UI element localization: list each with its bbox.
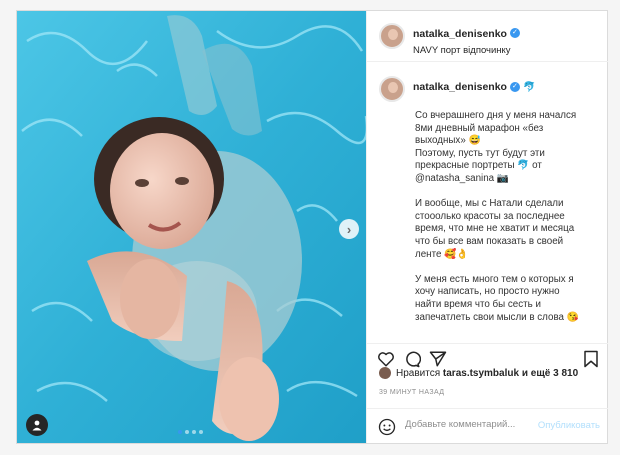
caption-author-username[interactable]: natalka_denisenko bbox=[413, 81, 507, 93]
post-photo[interactable]: › bbox=[17, 11, 366, 443]
author-username[interactable]: natalka_denisenko bbox=[413, 28, 507, 40]
publish-button[interactable]: Опубликовать bbox=[538, 420, 600, 431]
caption-section: natalka_denisenko ✓ 🐬 Со вчерашнего дня у … bbox=[367, 62, 608, 342]
pool-photo-illustration bbox=[17, 11, 366, 443]
comment-icon[interactable] bbox=[403, 350, 421, 368]
likes-line: Нравится taras.tsymbaluk и ещё 3 810 bbox=[379, 367, 578, 379]
instagram-post: › natalka_denisenko ✓ NAVY порт відпочинк… bbox=[16, 10, 608, 444]
post-sidebar: natalka_denisenko ✓ NAVY порт відпочинку … bbox=[366, 11, 608, 443]
post-location[interactable]: NAVY порт відпочинку bbox=[413, 45, 520, 56]
verified-icon: ✓ bbox=[509, 27, 520, 38]
caption-paragraph: И вообще, мы с Натали сделали стооолько … bbox=[415, 198, 575, 260]
bookmark-icon[interactable] bbox=[582, 350, 600, 368]
user-tag-icon bbox=[32, 420, 42, 431]
author-avatar[interactable] bbox=[379, 23, 405, 49]
caption-paragraph: У меня есть много тем о которых я хочу н… bbox=[415, 273, 579, 323]
carousel-dot bbox=[178, 430, 182, 434]
carousel-dot bbox=[199, 430, 203, 434]
post-header: natalka_denisenko ✓ NAVY порт відпочинку bbox=[367, 11, 608, 62]
heart-icon[interactable] bbox=[377, 350, 395, 368]
comment-bar: Опубликовать bbox=[367, 408, 608, 444]
emoji-icon[interactable] bbox=[378, 418, 396, 436]
post-timestamp[interactable]: 39 МИНУТ НАЗАД bbox=[379, 389, 444, 396]
carousel-indicator bbox=[178, 430, 203, 434]
caption-paragraph: Со вчерашнего дня у меня начался 8ми дне… bbox=[415, 110, 577, 184]
chevron-right-icon: › bbox=[346, 221, 352, 237]
carousel-dot bbox=[192, 430, 196, 434]
liked-by-user[interactable]: taras.tsymbaluk bbox=[443, 368, 519, 379]
likes-prefix: Нравится bbox=[396, 367, 443, 379]
user-tags-button[interactable] bbox=[26, 414, 48, 436]
comment-input[interactable] bbox=[405, 419, 545, 430]
caption-text: Со вчерашнего дня у меня начался 8ми дне… bbox=[415, 110, 597, 337]
caption-author-avatar[interactable] bbox=[379, 76, 405, 102]
liker-avatar[interactable] bbox=[379, 367, 391, 379]
likes-suffix[interactable]: и ещё 3 810 bbox=[519, 368, 578, 379]
carousel-dot bbox=[185, 430, 189, 434]
carousel-next-button[interactable]: › bbox=[339, 219, 359, 239]
dolphin-emoji-icon: 🐬 bbox=[522, 81, 536, 93]
share-icon[interactable] bbox=[429, 350, 447, 368]
verified-icon: ✓ bbox=[509, 82, 520, 92]
